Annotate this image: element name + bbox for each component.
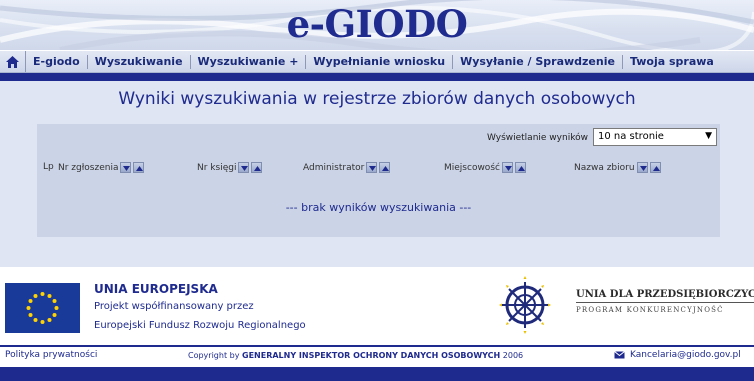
column-header-nr-ksiegi: Nr księgi xyxy=(197,162,263,173)
nav-item-wypelnianie-wniosku[interactable]: Wypełnianie wniosku xyxy=(306,54,454,69)
site-logo[interactable]: e-GIODO xyxy=(0,2,754,46)
column-label-miejscowosc: Miejscowość xyxy=(444,162,500,173)
results-per-page-select[interactable]: 10 na stronie ▼ xyxy=(593,128,717,146)
privacy-policy-link[interactable]: Polityka prywatności xyxy=(5,350,97,360)
column-label-lp: Lp xyxy=(43,162,54,172)
sort-desc-icon[interactable] xyxy=(238,162,250,173)
copyright-text: Copyright by GENERALNY INSPEKTOR OCHRONY… xyxy=(188,351,523,360)
page-title: Wyniki wyszukiwania w rejestrze zbiorów … xyxy=(118,89,636,109)
copyright-year: 2006 xyxy=(502,351,524,360)
bottom-bar xyxy=(0,367,754,381)
nav-item-wyszukiwanie-plus[interactable]: Wyszukiwanie + xyxy=(191,54,307,69)
eu-title: UNIA EUROPEJSKA xyxy=(94,282,218,296)
sort-desc-icon[interactable] xyxy=(501,162,513,173)
contact-email[interactable]: Kancelaria@giodo.gov.pl xyxy=(614,350,741,360)
dropdown-arrow-icon: ▼ xyxy=(705,131,712,141)
column-header-lp: Lp xyxy=(43,162,54,172)
sort-desc-icon[interactable] xyxy=(366,162,378,173)
main-nav: E-giodo Wyszukiwanie Wyszukiwanie + Wype… xyxy=(0,50,754,73)
column-label-nr-zgloszenia: Nr zgłoszenia xyxy=(58,162,119,173)
contact-email-text: Kancelaria@giodo.gov.pl xyxy=(630,350,741,360)
ud-wheel-logo xyxy=(499,276,551,334)
eu-project-line: Projekt współfinansowany przez xyxy=(94,301,254,312)
sort-asc-icon[interactable] xyxy=(133,162,145,173)
main-content: Wyniki wyszukiwania w rejestrze zbiorów … xyxy=(0,81,754,267)
eu-flag-logo xyxy=(5,283,80,333)
envelope-icon xyxy=(614,351,625,359)
column-header-miejscowosc: Miejscowość xyxy=(444,162,526,173)
sort-desc-icon[interactable] xyxy=(120,162,132,173)
ud-subtitle: PROGRAM KONKURENCYJNOŚĆ xyxy=(576,306,724,314)
column-label-administrator: Administrator xyxy=(303,162,365,173)
sort-asc-icon[interactable] xyxy=(649,162,661,173)
results-panel: Wyświetlanie wyników 10 na stronie ▼ Lp … xyxy=(37,124,720,237)
ud-title: UNIA DLA PRZEDSIĘBIORCZYCH xyxy=(576,289,754,300)
column-label-nazwa-zbioru: Nazwa zbioru xyxy=(574,162,635,173)
nav-item-wyszukiwanie[interactable]: Wyszukiwanie xyxy=(88,54,191,69)
home-icon xyxy=(6,55,19,68)
sort-asc-icon[interactable] xyxy=(379,162,391,173)
results-per-page-label: Wyświetlanie wyników xyxy=(487,133,588,143)
sort-asc-icon[interactable] xyxy=(514,162,526,173)
column-label-nr-ksiegi: Nr księgi xyxy=(197,162,237,173)
column-header-nazwa-zbioru: Nazwa zbioru xyxy=(574,162,661,173)
column-header-nr-zgloszenia: Nr zgłoszenia xyxy=(58,162,145,173)
footer-divider xyxy=(0,345,754,347)
ud-divider xyxy=(576,302,754,303)
copyright-org: GENERALNY INSPEKTOR OCHRONY DANYCH OSOBO… xyxy=(242,351,501,360)
nav-home[interactable] xyxy=(0,51,26,72)
results-per-page-value: 10 na stronie xyxy=(598,131,664,142)
nav-item-e-giodo[interactable]: E-giodo xyxy=(26,54,88,69)
header-banner: e-GIODO xyxy=(0,0,754,50)
sort-desc-icon[interactable] xyxy=(636,162,648,173)
eu-fund-line: Europejski Fundusz Rozwoju Regionalnego xyxy=(94,320,306,331)
no-results-message: --- brak wyników wyszukiwania --- xyxy=(285,201,472,214)
column-header-administrator: Administrator xyxy=(303,162,391,173)
nav-item-wysylanie-sprawdzenie[interactable]: Wysyłanie / Sprawdzenie xyxy=(453,54,623,69)
nav-divider-strip xyxy=(0,73,754,81)
nav-item-twoja-sprawa[interactable]: Twoja sprawa xyxy=(623,55,721,69)
copyright-prefix: Copyright by xyxy=(188,351,240,360)
sort-asc-icon[interactable] xyxy=(251,162,263,173)
